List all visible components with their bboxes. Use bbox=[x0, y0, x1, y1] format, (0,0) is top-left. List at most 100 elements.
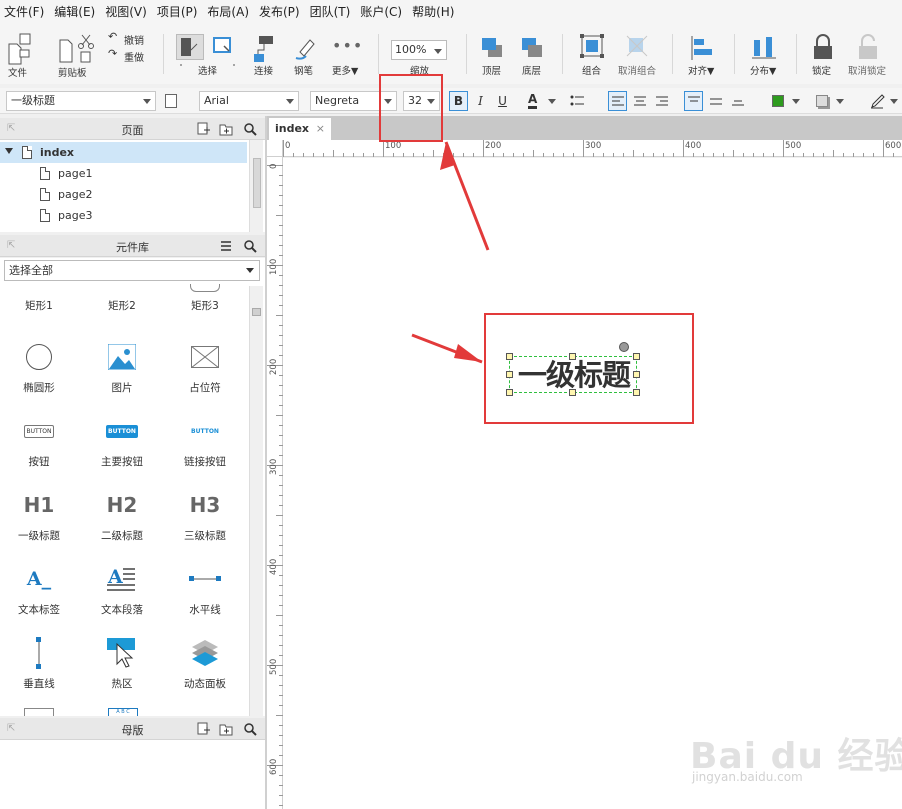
add-folder-icon[interactable] bbox=[219, 122, 233, 136]
page-item-index[interactable]: index bbox=[0, 142, 247, 163]
widget-text-label[interactable]: A_ 文本标签 bbox=[4, 558, 74, 628]
menu-layout[interactable]: 布局(A) bbox=[207, 3, 249, 20]
font-family-select[interactable]: Arial bbox=[199, 91, 299, 111]
primary-button-icon: BUTTON bbox=[106, 424, 138, 438]
fill-color-button[interactable] bbox=[768, 91, 804, 111]
redo-button[interactable]: ↷ 重做 bbox=[108, 47, 148, 64]
search-icon[interactable] bbox=[243, 239, 257, 253]
chevron-down-icon bbox=[434, 49, 442, 54]
clipboard-button[interactable]: 剪贴板 bbox=[56, 22, 96, 84]
more-tools-button[interactable]: ••• 更多▼ bbox=[330, 22, 362, 84]
widget-dynamic-panel[interactable]: 动态面板 bbox=[170, 632, 240, 702]
unlock-button[interactable]: 取消锁定 bbox=[846, 22, 890, 84]
add-folder-icon[interactable] bbox=[219, 722, 233, 736]
connect-icon bbox=[254, 36, 273, 62]
align-right-button[interactable] bbox=[652, 91, 671, 111]
distribute-button[interactable]: 分布▼ bbox=[748, 22, 782, 84]
pen-icon bbox=[295, 39, 315, 60]
italic-button[interactable]: I bbox=[471, 91, 490, 111]
menu-icon[interactable] bbox=[219, 239, 233, 253]
send-to-back-button[interactable]: 底层 bbox=[520, 22, 546, 84]
widget-h2[interactable]: H2 二级标题 bbox=[87, 484, 157, 554]
menu-view[interactable]: 视图(V) bbox=[105, 3, 147, 20]
menu-team[interactable]: 团队(T) bbox=[310, 3, 351, 20]
file-label: 文件 bbox=[8, 68, 28, 79]
zoom-select[interactable]: 100% bbox=[391, 40, 447, 60]
widget-h1[interactable]: H1 一级标题 bbox=[4, 484, 74, 554]
widget-hotspot[interactable]: 热区 bbox=[87, 632, 157, 702]
placeholder-icon bbox=[191, 346, 219, 368]
bring-to-front-button[interactable]: 顶层 bbox=[480, 22, 506, 84]
bold-button[interactable]: B bbox=[449, 91, 468, 111]
close-icon[interactable]: × bbox=[316, 118, 325, 140]
pen-tool[interactable]: 钢笔 bbox=[290, 22, 318, 84]
bullet-list-button[interactable] bbox=[566, 91, 588, 111]
valign-middle-button[interactable] bbox=[706, 91, 725, 111]
shadow-button[interactable] bbox=[812, 91, 848, 111]
button-icon: BUTTON bbox=[23, 424, 55, 438]
align-center-button[interactable] bbox=[630, 91, 649, 111]
underline-button[interactable]: U bbox=[493, 91, 512, 111]
page-item-page3[interactable]: page3 bbox=[0, 205, 247, 226]
file-icon bbox=[8, 33, 31, 65]
add-master-icon[interactable] bbox=[196, 722, 210, 736]
add-page-icon[interactable] bbox=[196, 122, 210, 136]
connect-tool[interactable]: 连接 bbox=[250, 22, 278, 84]
ruler-number: 100 bbox=[385, 141, 402, 151]
redo-icon: ↷ bbox=[108, 47, 118, 60]
valign-top-button[interactable] bbox=[684, 91, 703, 111]
tab-index[interactable]: index × bbox=[269, 118, 331, 140]
chevron-down-icon bbox=[548, 99, 556, 104]
widget-ellipse[interactable]: 椭圆形 bbox=[4, 336, 74, 406]
menu-help[interactable]: 帮助(H) bbox=[412, 3, 454, 20]
page-item-page2[interactable]: page2 bbox=[0, 184, 247, 205]
widget-button[interactable]: BUTTON 按钮 bbox=[4, 410, 74, 480]
widget-placeholder[interactable]: 占位符 bbox=[170, 336, 240, 406]
menu-publish[interactable]: 发布(P) bbox=[259, 3, 300, 20]
search-icon[interactable] bbox=[243, 722, 257, 736]
file-button[interactable]: 文件 bbox=[4, 22, 34, 84]
distribute-label: 分布▼ bbox=[750, 66, 777, 77]
widget-vertical-line[interactable]: 垂直线 bbox=[4, 632, 74, 702]
watermark-url: jingyan.baidu.com bbox=[692, 770, 803, 784]
valign-bottom-button[interactable] bbox=[728, 91, 747, 111]
page-item-page1[interactable]: page1 bbox=[0, 163, 247, 184]
widget-horizontal-line[interactable]: 水平线 bbox=[170, 558, 240, 628]
widget-primary-button[interactable]: BUTTON 主要按钮 bbox=[87, 410, 157, 480]
undo-button[interactable]: ↶ 撤销 bbox=[108, 30, 148, 47]
shadow-icon bbox=[816, 95, 828, 107]
style-select[interactable]: 一级标题 bbox=[6, 91, 156, 111]
align-button[interactable]: 对齐▼ bbox=[686, 22, 720, 84]
text-color-button[interactable]: A bbox=[522, 91, 558, 111]
menu-edit[interactable]: 编辑(E) bbox=[54, 3, 95, 20]
pages-scrollbar[interactable] bbox=[249, 140, 263, 232]
undo-icon: ↶ bbox=[108, 30, 118, 43]
widget-link-button[interactable]: BUTTON 链接按钮 bbox=[170, 410, 240, 480]
widget-h3[interactable]: H3 三级标题 bbox=[170, 484, 240, 554]
select-tool[interactable]: 选择 bbox=[174, 22, 238, 84]
widget-image[interactable]: 图片 bbox=[87, 336, 157, 406]
ruler-number: 500 bbox=[785, 141, 802, 151]
align-left-button[interactable] bbox=[608, 91, 627, 111]
ruler-number: 200 bbox=[269, 358, 279, 375]
lock-button[interactable]: 锁定 bbox=[810, 22, 836, 84]
search-icon[interactable] bbox=[243, 122, 257, 136]
menu-account[interactable]: 账户(C) bbox=[360, 3, 402, 20]
group-button[interactable]: 组合 bbox=[580, 22, 606, 84]
widget-text-paragraph[interactable]: A 文本段落 bbox=[87, 558, 157, 628]
library-scrollbar[interactable] bbox=[249, 286, 263, 716]
menu-file[interactable]: 文件(F) bbox=[4, 3, 44, 20]
valign-bottom-icon bbox=[731, 100, 744, 105]
heading-callout-box bbox=[484, 313, 694, 424]
masters-body bbox=[0, 740, 265, 809]
h3-icon: H3 bbox=[189, 493, 221, 517]
send-to-back-icon bbox=[522, 38, 542, 57]
hotspot-icon bbox=[107, 638, 135, 668]
page-icon bbox=[40, 188, 50, 201]
line-color-button[interactable] bbox=[866, 91, 902, 111]
library-filter-select[interactable]: 选择全部 bbox=[4, 260, 260, 281]
ruler-number: 0 bbox=[269, 163, 279, 169]
ungroup-button[interactable]: 取消组合 bbox=[616, 22, 660, 84]
text-label-icon: A_ bbox=[26, 568, 52, 590]
menu-project[interactable]: 项目(P) bbox=[157, 3, 198, 20]
